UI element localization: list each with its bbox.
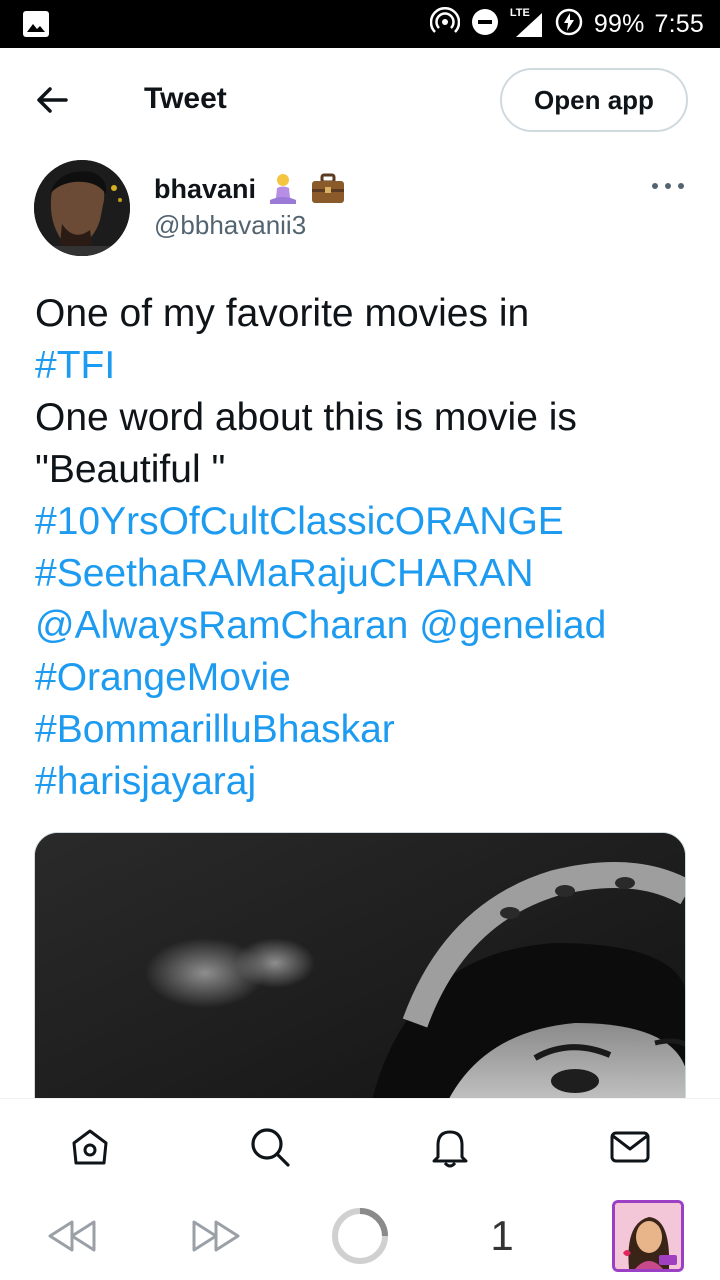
top-header: Tweet Open app (0, 48, 720, 152)
tweet-media-image[interactable] (34, 832, 686, 1132)
hashtag-link[interactable]: #10YrsOfCultClassicORANGE (35, 496, 695, 548)
tab-thumbnail-image (612, 1200, 684, 1272)
briefcase-emoji (310, 172, 345, 206)
hotspot-icon (429, 6, 461, 42)
tweet-text: One of my favorite movies in #TFI One wo… (35, 288, 695, 808)
home-tab[interactable] (66, 1123, 114, 1171)
notifications-tab[interactable] (426, 1123, 474, 1171)
tweet-line: One word about this is movie is (35, 396, 577, 439)
author-name[interactable]: bhavani (154, 172, 345, 206)
search-icon (251, 1128, 290, 1167)
hashtag-link[interactable]: #OrangeMovie (35, 652, 695, 704)
status-bar: LTE 99% 7:55 (0, 0, 720, 48)
clock: 7:55 (654, 9, 704, 38)
home-icon (72, 1129, 108, 1165)
more-icon-dot (652, 183, 658, 189)
page-title: Tweet (144, 82, 227, 115)
battery-percent: 99% (593, 9, 645, 38)
tab-count[interactable]: 1 (478, 1204, 526, 1268)
bottom-tab-bar (0, 1098, 720, 1194)
loading-ring-icon (332, 1208, 388, 1264)
reload-button[interactable] (328, 1204, 392, 1268)
tweet-line: One of my favorite movies in (35, 292, 530, 335)
author-name-text: bhavani (154, 173, 257, 204)
hashtag-link[interactable]: #SeethaRAMaRajuCHARAN (35, 548, 695, 600)
tweet-line: "Beautiful " (35, 448, 226, 491)
author-avatar[interactable] (34, 160, 130, 256)
hashtag-link[interactable]: #BommarilluBhaskar (35, 704, 695, 756)
do-not-disturb-icon (470, 7, 500, 42)
signal-lte-icon: LTE (510, 7, 544, 39)
more-options-button[interactable] (648, 172, 688, 200)
arrow-left-icon (37, 87, 68, 113)
search-tab[interactable] (246, 1123, 294, 1171)
battery-charging-icon (554, 7, 584, 42)
hashtag-link[interactable]: #TFI (35, 340, 695, 392)
rewind-icon (48, 1220, 96, 1252)
author-handle[interactable]: @bbhavanii3 (154, 210, 306, 241)
person-in-lotus-position-emoji (266, 172, 300, 206)
notifications-icon (432, 1130, 468, 1168)
gallery-notification-icon (22, 10, 50, 38)
messages-tab[interactable] (606, 1123, 654, 1171)
messages-icon (610, 1131, 650, 1163)
hashtag-link[interactable]: #harisjayaraj (35, 756, 695, 808)
fast-forward-icon (192, 1220, 240, 1252)
more-icon-dot (665, 183, 671, 189)
browser-back-button[interactable] (44, 1204, 100, 1268)
open-app-button[interactable]: Open app (500, 68, 688, 132)
browser-forward-button[interactable] (188, 1204, 244, 1268)
tab-thumbnail[interactable] (610, 1200, 686, 1272)
mention-links[interactable]: @AlwaysRamCharan @geneliad (35, 600, 695, 652)
browser-toolbar: 1 (0, 1194, 720, 1280)
more-icon-dot (678, 183, 684, 189)
back-button[interactable] (30, 80, 74, 120)
